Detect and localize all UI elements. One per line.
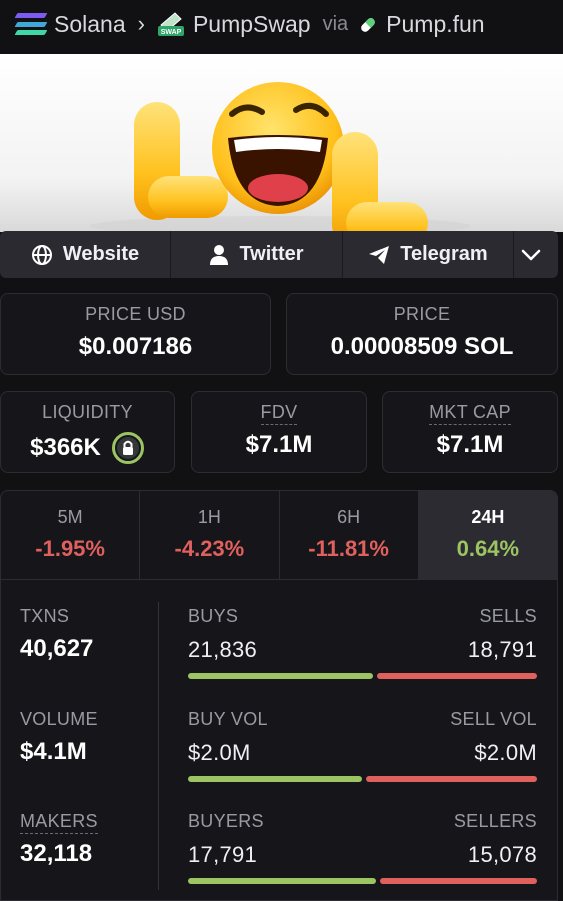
price-usd-label: PRICE USD xyxy=(85,304,186,324)
buyers-value: 17,791 xyxy=(188,842,258,867)
launchpad-link[interactable]: Pump.fun xyxy=(386,11,484,38)
buys-bar xyxy=(188,673,373,679)
social-links-bar: Website Twitter Telegram xyxy=(0,231,558,278)
price-change-tabs: 5M -1.95% 1H -4.23% 6H -11.81% 24H 0.64% xyxy=(0,490,558,580)
solana-icon xyxy=(14,13,48,35)
tab-24h[interactable]: 24H 0.64% xyxy=(418,491,557,580)
sells-value: 18,791 xyxy=(467,637,537,662)
telegram-button[interactable]: Telegram xyxy=(343,231,514,278)
price-native-label: PRICE xyxy=(393,304,451,324)
user-icon xyxy=(210,244,229,265)
tab-6h-label: 6H xyxy=(337,507,361,527)
chain-link[interactable]: Solana xyxy=(54,11,126,38)
fdv-label[interactable]: FDV xyxy=(260,402,298,425)
buyers-sellers-bar xyxy=(188,878,537,884)
txns-label: TXNS xyxy=(20,606,70,626)
mktcap-value: $7.1M xyxy=(436,431,504,458)
liquidity-card: LIQUIDITY $366K xyxy=(0,391,175,473)
volume-value: $4.1M xyxy=(20,738,87,765)
website-button[interactable]: Website xyxy=(0,231,171,278)
chevron-right-icon: › xyxy=(137,11,145,36)
sellers-value: 15,078 xyxy=(467,842,537,867)
tab-24h-value: 0.64% xyxy=(456,536,520,561)
globe-icon xyxy=(31,244,52,265)
liquidity-value: $366K xyxy=(30,434,101,461)
makers-value: 32,118 xyxy=(20,840,93,867)
sell-vol-label: SELL VOL xyxy=(450,709,537,729)
sells-bar xyxy=(377,673,537,679)
buy-sell-volume-bar xyxy=(188,776,537,782)
sell-vol-value: $2.0M xyxy=(474,740,537,765)
txns-stat: TXNS 40,627 xyxy=(20,606,93,663)
telegram-icon xyxy=(369,245,390,264)
sellers-label: SELLERS xyxy=(453,811,537,831)
dex-link[interactable]: PumpSwap xyxy=(193,11,311,38)
buy-vol-label: BUY VOL xyxy=(188,709,268,729)
token-banner xyxy=(0,54,563,232)
buy-vol-value: $2.0M xyxy=(188,740,251,765)
lol-emoji-banner-image xyxy=(90,82,470,232)
makers-label[interactable]: MAKERS xyxy=(20,811,98,834)
tab-5m[interactable]: 5M -1.95% xyxy=(1,491,141,580)
tab-1h-label: 1H xyxy=(197,507,221,527)
tab-6h-value: -11.81% xyxy=(308,536,389,561)
stats-divider xyxy=(158,602,159,890)
tab-5m-value: -1.95% xyxy=(35,536,105,561)
chevron-down-icon xyxy=(521,249,541,260)
price-usd-card: PRICE USD $0.007186 xyxy=(0,293,271,375)
lock-icon[interactable] xyxy=(111,431,145,465)
buys-sells-bar xyxy=(188,673,537,679)
twitter-button[interactable]: Twitter xyxy=(171,231,343,278)
buys-value: 21,836 xyxy=(188,637,258,662)
fdv-value: $7.1M xyxy=(245,431,313,458)
buys-label: BUYS xyxy=(188,606,239,626)
volume-stat: VOLUME $4.1M xyxy=(20,709,98,766)
fdv-card: FDV $7.1M xyxy=(191,391,367,473)
tab-1h[interactable]: 1H -4.23% xyxy=(140,491,280,580)
txns-value: 40,627 xyxy=(20,635,94,662)
telegram-label: Telegram xyxy=(400,243,488,265)
mktcap-label[interactable]: MKT CAP xyxy=(429,402,511,425)
volume-label: VOLUME xyxy=(20,709,98,729)
tab-5m-label: 5M xyxy=(57,507,83,527)
price-usd-value: $0.007186 xyxy=(78,333,193,360)
more-links-button[interactable] xyxy=(514,231,558,278)
tab-24h-label: 24H xyxy=(471,507,505,527)
liquidity-label: LIQUIDITY xyxy=(42,402,133,422)
tab-1h-value: -4.23% xyxy=(174,536,245,561)
buys-sells-stat: BUYS SELLS 21,836 18,791 xyxy=(188,606,537,679)
buy-sell-volume-stat: BUY VOL SELL VOL $2.0M $2.0M xyxy=(188,709,537,782)
sells-label: SELLS xyxy=(479,606,537,626)
tab-6h[interactable]: 6H -11.81% xyxy=(280,491,419,580)
mktcap-card: MKT CAP $7.1M xyxy=(382,391,558,473)
sellers-bar xyxy=(380,878,537,884)
buyers-sellers-stat: BUYERS SELLERS 17,791 15,078 xyxy=(188,811,537,884)
price-native-card: PRICE 0.00008509 SOL xyxy=(286,293,558,375)
buyers-bar xyxy=(188,878,376,884)
pumpswap-icon: SWAP xyxy=(157,11,185,37)
breadcrumb: Solana › SWAP PumpSwap via Pump.fun xyxy=(0,0,563,48)
buy-vol-bar xyxy=(188,776,362,782)
twitter-label: Twitter xyxy=(239,243,304,265)
makers-stat: MAKERS 32,118 xyxy=(20,811,98,868)
via-label: via xyxy=(322,12,349,35)
price-native-value: 0.00008509 SOL xyxy=(330,333,514,360)
sell-vol-bar xyxy=(366,776,537,782)
swap-badge-text: SWAP xyxy=(161,29,182,36)
pumpfun-pill-icon xyxy=(358,14,378,34)
buyers-label: BUYERS xyxy=(188,811,264,831)
transaction-stats-panel: TXNS 40,627 VOLUME $4.1M MAKERS 32,118 B… xyxy=(0,579,558,901)
website-label: Website xyxy=(62,243,140,265)
